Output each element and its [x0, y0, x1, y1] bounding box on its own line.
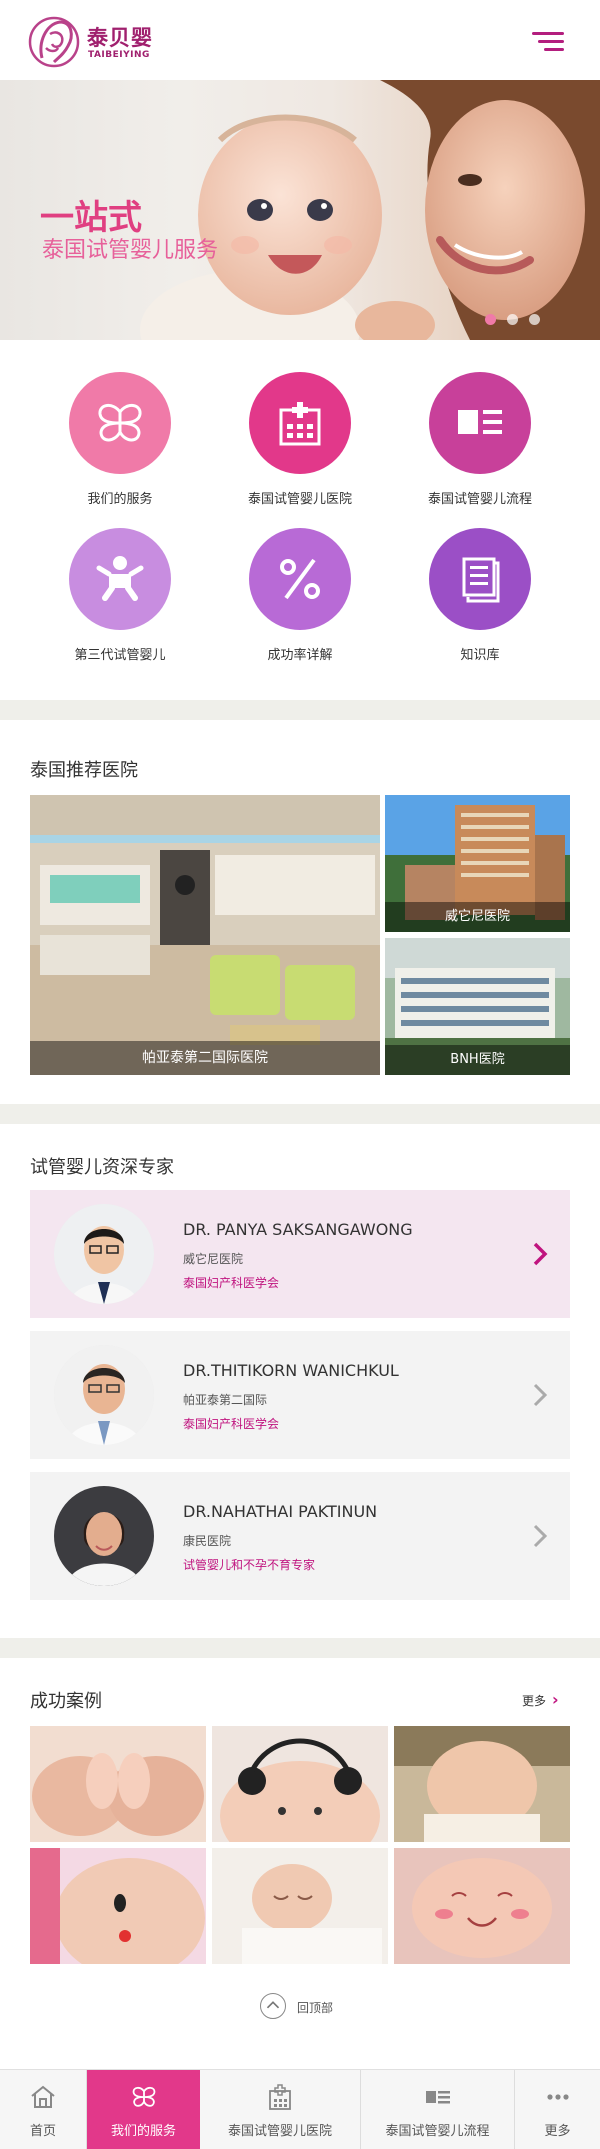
service-circle	[69, 372, 171, 474]
butterfly-icon	[132, 2086, 155, 2107]
service-grid: 我们的服务 泰国试管婴儿医院 泰国试管婴儿流程 第三代试管婴儿 成功率详解 知识…	[0, 340, 600, 700]
cases-more-link[interactable]: 更多 ›	[522, 1690, 559, 1709]
process-list-icon	[458, 410, 502, 434]
service-label: 第三代试管婴儿	[74, 648, 166, 663]
carousel-indicators[interactable]	[485, 310, 551, 329]
bottom-nav: 首页 我们的服务 泰国试管婴儿医院 泰国试管婴儿流程 更多	[0, 2069, 600, 2149]
expert-hospital: 康民医院	[183, 1534, 232, 1548]
nav-label: 首页	[29, 2124, 56, 2139]
butterfly-icon	[98, 404, 142, 442]
service-label: 我们的服务	[87, 492, 153, 507]
section-divider	[0, 700, 600, 720]
hero-banner[interactable]: 一站式 泰国试管婴儿服务	[0, 80, 600, 340]
header: 泰贝婴 TAIBEIYING	[0, 0, 600, 82]
chevron-up-icon	[260, 1993, 286, 2019]
service-circle	[249, 372, 351, 474]
service-third-gen-ivf[interactable]: 第三代试管婴儿	[30, 528, 210, 663]
expert-name: DR.NAHATHAI PAKTINUN	[183, 1502, 378, 1521]
nav-label: 更多	[544, 2124, 571, 2139]
avatar	[54, 1486, 154, 1586]
chevron-right-icon[interactable]	[530, 1381, 550, 1409]
home-icon	[31, 2085, 55, 2108]
hospitals-section-title: 泰国推荐医院	[30, 760, 138, 781]
service-knowledge-base[interactable]: 知识库	[390, 528, 570, 663]
expert-name: DR.THITIKORN WANICHKUL	[183, 1361, 399, 1380]
hospital-icon	[279, 402, 321, 446]
case-photo-sleeping-baby[interactable]	[212, 1848, 388, 1964]
back-to-top-label: 回顶部	[297, 2001, 334, 2015]
nav-label: 泰国试管婴儿医院	[227, 2124, 332, 2139]
expert-tag: 试管婴儿和不孕不育专家	[183, 1558, 316, 1572]
expert-hospital: 帕亚泰第二国际	[183, 1393, 268, 1407]
hospital-caption: 威它尼医院	[385, 902, 570, 932]
hospital-card-vitallife[interactable]: 威它尼医院	[385, 795, 570, 932]
carousel-dot[interactable]	[485, 314, 496, 325]
service-label: 知识库	[460, 648, 500, 663]
nav-label: 泰国试管婴儿流程	[385, 2124, 490, 2139]
service-label: 泰国试管婴儿医院	[247, 492, 352, 507]
percent-icon	[280, 558, 320, 600]
hospital-caption: BNH医院	[385, 1045, 570, 1075]
section-divider	[0, 1638, 600, 1658]
case-photo-pregnant-belly-headphones[interactable]	[212, 1726, 388, 1842]
service-our-services[interactable]: 我们的服务	[30, 372, 210, 507]
service-label: 成功率详解	[267, 648, 333, 663]
service-circle	[429, 372, 531, 474]
brand-name-en: TAIBEIYING	[88, 50, 150, 60]
nav-item-more[interactable]: 更多	[515, 2070, 600, 2149]
expert-card[interactable]: DR.NAHATHAI PAKTINUN 康民医院 试管婴儿和不孕不育专家	[30, 1472, 570, 1600]
expert-hospital: 威它尼医院	[183, 1252, 244, 1266]
more-dots-icon	[546, 2094, 569, 2100]
avatar	[54, 1345, 154, 1445]
case-photo-pregnant-woman[interactable]	[394, 1726, 570, 1842]
hamburger-menu-icon[interactable]	[532, 32, 564, 54]
section-divider	[0, 1104, 600, 1124]
service-circle	[249, 528, 351, 630]
service-circle	[69, 528, 171, 630]
nav-item-services[interactable]: 我们的服务	[87, 2070, 200, 2149]
service-label: 泰国试管婴儿流程	[427, 492, 532, 507]
hospital-icon	[269, 2084, 291, 2110]
avatar	[54, 1204, 154, 1304]
service-hospital[interactable]: 泰国试管婴儿医院	[210, 372, 390, 507]
chevron-right-icon[interactable]	[530, 1240, 550, 1268]
nav-label: 我们的服务	[110, 2124, 176, 2139]
expert-card[interactable]: DR.THITIKORN WANICHKUL 帕亚泰第二国际 泰国妇产科医学会	[30, 1331, 570, 1459]
service-success-rate[interactable]: 成功率详解	[210, 528, 390, 663]
expert-name: DR. PANYA SAKSANGAWONG	[183, 1220, 413, 1239]
hospital-caption: 帕亚泰第二国际医院	[30, 1041, 380, 1075]
service-circle	[429, 528, 531, 630]
experts-section-title: 试管婴儿资深专家	[30, 1157, 174, 1178]
process-list-icon	[425, 2091, 450, 2104]
logo-mother-baby-icon[interactable]	[28, 12, 80, 72]
cases-section-title: 成功案例	[30, 1691, 102, 1712]
banner-subheadline: 泰国试管婴儿服务	[42, 238, 219, 263]
carousel-dot[interactable]	[507, 314, 518, 325]
more-label: 更多	[522, 1694, 547, 1708]
baby-icon	[96, 556, 144, 601]
nav-item-home[interactable]: 首页	[0, 2070, 87, 2149]
carousel-dot[interactable]	[529, 314, 540, 325]
hospital-card-bnh[interactable]: BNH医院	[385, 938, 570, 1075]
expert-tag: 泰国妇产科医学会	[183, 1276, 280, 1290]
service-process[interactable]: 泰国试管婴儿流程	[390, 372, 570, 507]
expert-tag: 泰国妇产科医学会	[183, 1417, 280, 1431]
brand-name: 泰贝婴	[87, 26, 153, 50]
nav-item-hospital[interactable]: 泰国试管婴儿医院	[200, 2070, 361, 2149]
hospital-photo-lobby	[30, 795, 380, 1075]
case-photo-smiley-belly[interactable]	[394, 1848, 570, 1964]
chevron-right-icon: ›	[552, 1690, 559, 1709]
book-icon	[462, 557, 500, 603]
hospital-card-phyathai2[interactable]: 帕亚泰第二国际医院	[30, 795, 380, 1075]
chevron-right-icon[interactable]	[530, 1522, 550, 1550]
case-photo-painted-belly[interactable]	[30, 1848, 206, 1964]
nav-item-process[interactable]: 泰国试管婴儿流程	[361, 2070, 515, 2149]
expert-card[interactable]: DR. PANYA SAKSANGAWONG 威它尼医院 泰国妇产科医学会	[30, 1190, 570, 1318]
case-photo-baby-feet[interactable]	[30, 1726, 206, 1842]
